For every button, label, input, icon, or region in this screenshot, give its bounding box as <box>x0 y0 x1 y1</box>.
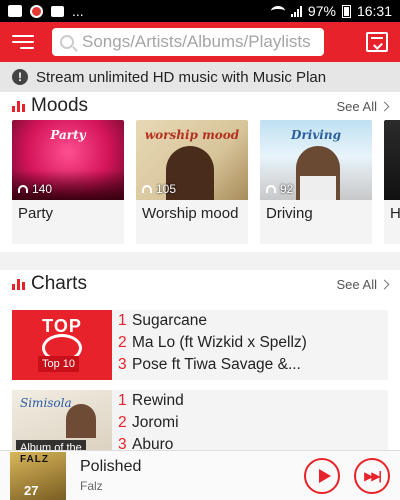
artwork-title: worship mood <box>144 128 240 142</box>
charts-header: Charts See All <box>0 270 400 298</box>
artist-figure <box>66 404 96 438</box>
moods-header: Moods See All <box>0 92 400 120</box>
headphones-icon <box>266 185 276 193</box>
mood-card-partial[interactable]: H <box>384 120 400 244</box>
artwork-text: FALZ <box>20 453 49 465</box>
image-notification-icon <box>8 5 22 17</box>
chart-track-item[interactable]: 1 Sugarcane <box>118 312 382 334</box>
play-count: 140 <box>18 182 52 196</box>
headphones-icon <box>18 185 28 193</box>
track-title: Joromi <box>132 414 179 431</box>
see-all-label: See All <box>336 98 377 114</box>
mood-card-driving[interactable]: Driving 92 Driving <box>260 120 372 244</box>
search-box[interactable] <box>52 28 324 56</box>
more-notifications-text: ... <box>72 3 84 19</box>
now-playing-title: Polished <box>80 458 142 475</box>
track-rank: 2 <box>118 334 127 351</box>
app-bar <box>0 22 400 62</box>
artwork-title: Driving <box>291 128 341 142</box>
music-plan-banner[interactable]: ! Stream unlimited HD music with Music P… <box>0 62 400 92</box>
chart-track-item[interactable]: 3 Pose ft Tiwa Savage &... <box>118 356 382 378</box>
mood-artwork: Party 140 <box>12 120 124 200</box>
mood-artwork: Driving 92 <box>260 120 372 200</box>
see-all-label: See All <box>336 276 377 292</box>
play-count-value: 92 <box>280 182 294 196</box>
section-title: Moods <box>31 95 89 116</box>
artwork-title: Simisola <box>20 396 72 410</box>
moods-carousel[interactable]: Party 140 Party worship mood 105 Worship… <box>0 120 400 244</box>
moods-section: Moods See All Party 140 Party worship mo… <box>0 92 400 252</box>
battery-icon <box>341 4 351 18</box>
calendar-check-icon[interactable] <box>366 32 388 52</box>
menu-icon[interactable] <box>12 35 34 49</box>
battery-percent: 97% <box>307 3 336 19</box>
artwork-title: Party <box>50 128 86 142</box>
headphones-icon <box>142 185 152 193</box>
system-status: 97% 16:31 <box>270 3 392 19</box>
driver-figure <box>296 146 340 200</box>
mood-artwork: worship mood 105 <box>136 120 248 200</box>
chevron-right-icon <box>379 279 390 289</box>
chart-bars-icon <box>12 278 25 290</box>
mood-name: Worship mood <box>142 205 239 222</box>
banner-text: Stream unlimited HD music with Music Pla… <box>36 68 327 86</box>
see-all-moods-link[interactable]: See All <box>336 98 390 114</box>
mood-card-party[interactable]: Party 140 Party <box>12 120 124 244</box>
mood-name: Driving <box>266 205 313 222</box>
track-rank: 1 <box>118 312 127 329</box>
charts-section: Charts See All TOP Top 10 1 Sugarcane 2 … <box>0 270 400 460</box>
chart-track-item[interactable]: 2 Joromi <box>118 414 382 436</box>
track-title: Rewind <box>132 392 184 409</box>
play-count: 105 <box>142 182 176 196</box>
status-bar: ... 97% 16:31 <box>0 0 400 22</box>
now-playing-info[interactable]: Polished Falz <box>80 458 141 493</box>
chart-track-item[interactable]: 1 Rewind <box>118 392 382 414</box>
track-rank: 1 <box>118 392 127 409</box>
play-count-value: 105 <box>156 182 177 196</box>
signal-icon <box>290 5 302 17</box>
message-notification-icon <box>51 5 64 17</box>
thumbnail-label: Top 10 <box>38 356 80 372</box>
artwork-number: 27 <box>24 482 39 498</box>
track-title: Ma Lo (ft Wizkid x Spellz) <box>132 334 307 351</box>
play-button[interactable] <box>304 457 340 494</box>
search-icon <box>60 35 74 49</box>
track-rank: 2 <box>118 414 127 431</box>
play-count-value: 140 <box>32 182 53 196</box>
next-track-button[interactable]: ▶▶| <box>354 457 390 494</box>
info-icon: ! <box>12 69 28 85</box>
mood-artwork <box>384 120 400 200</box>
top10-track-list: 1 Sugarcane 2 Ma Lo (ft Wizkid x Spellz)… <box>112 310 388 380</box>
mood-card-worship[interactable]: worship mood 105 Worship mood <box>136 120 248 244</box>
section-title: Charts <box>31 273 87 294</box>
mood-name: Party <box>18 205 54 222</box>
now-playing-artist: Falz <box>80 479 103 493</box>
play-count: 92 <box>266 182 293 196</box>
chart-group-top10: TOP Top 10 1 Sugarcane 2 Ma Lo (ft Wizki… <box>0 310 400 380</box>
mini-player[interactable]: FALZ 27 Polished Falz ▶▶| <box>0 450 400 500</box>
clock: 16:31 <box>356 3 392 19</box>
app-notification-icon <box>30 4 43 18</box>
see-all-charts-link[interactable]: See All <box>336 276 390 292</box>
notification-icons: ... <box>8 3 84 19</box>
track-rank: 3 <box>118 356 127 373</box>
chevron-right-icon <box>379 101 390 111</box>
chart-bars-icon <box>12 100 25 112</box>
search-input[interactable] <box>82 32 312 52</box>
chart-track-item[interactable]: 2 Ma Lo (ft Wizkid x Spellz) <box>118 334 382 356</box>
skip-next-icon: ▶▶| <box>364 468 382 483</box>
mood-name: H <box>390 205 400 222</box>
wifi-icon <box>270 6 285 16</box>
track-title: Sugarcane <box>132 312 207 329</box>
now-playing-artwork[interactable]: FALZ 27 <box>10 451 66 500</box>
top10-thumbnail[interactable]: TOP Top 10 <box>12 310 112 380</box>
track-title: Pose ft Tiwa Savage &... <box>132 356 301 373</box>
